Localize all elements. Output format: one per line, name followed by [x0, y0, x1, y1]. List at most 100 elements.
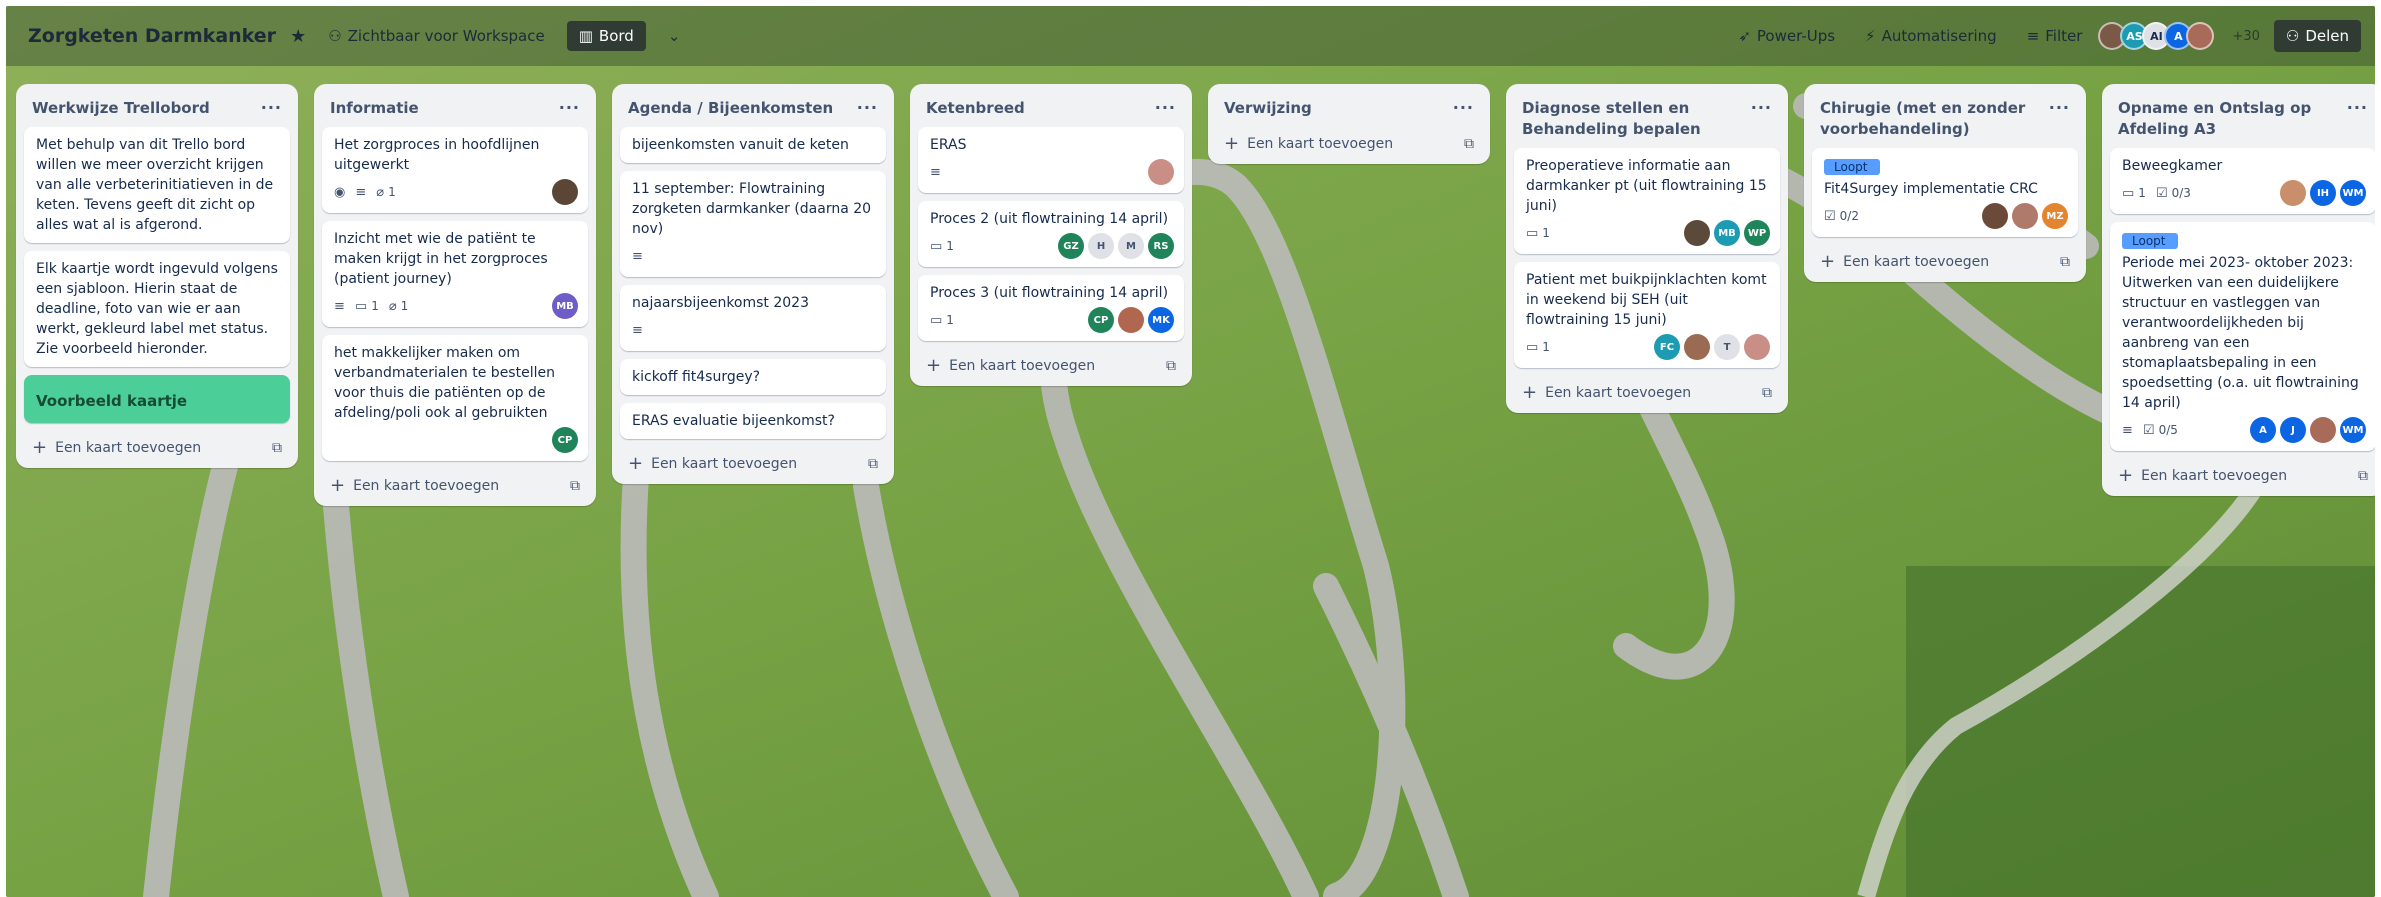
member-avatar[interactable]: RS [1148, 233, 1174, 259]
card-template-icon[interactable]: ⧉ [2358, 468, 2368, 484]
card-template-icon[interactable]: ⧉ [868, 456, 878, 472]
card[interactable]: Met behulp van dit Trello bord willen we… [24, 127, 290, 243]
card[interactable]: Elk kaartje wordt ingevuld volgens een s… [24, 251, 290, 367]
card[interactable]: Inzicht met wie de patiënt te maken krij… [322, 221, 588, 327]
card[interactable]: 11 september: Flowtraining zorgketen dar… [620, 171, 886, 277]
member-avatar[interactable] [2310, 417, 2336, 443]
list-title[interactable]: Chirugie (met en zonder voorbehandeling) [1820, 98, 2030, 140]
card[interactable]: Preoperatieve informatie aan darmkanker … [1514, 148, 1780, 254]
card-template-icon[interactable]: ⧉ [1464, 136, 1474, 152]
card[interactable]: het makkelijker maken om verbandmaterial… [322, 335, 588, 461]
list-title[interactable]: Verwijzing [1224, 98, 1312, 119]
more-members-count[interactable]: +30 [2232, 29, 2259, 44]
more-icon[interactable]: ··· [1155, 98, 1176, 117]
add-card-button[interactable]: + Een kaart toevoegen ⧉ [1216, 127, 1482, 158]
more-icon[interactable]: ··· [2049, 98, 2070, 117]
add-card-button[interactable]: + Een kaart toevoegen ⧉ [1514, 376, 1780, 407]
more-icon[interactable]: ··· [559, 98, 580, 117]
list-title[interactable]: Opname en Ontslag op Afdeling A3 [2118, 98, 2328, 140]
member-avatar[interactable]: MZ [2042, 203, 2068, 229]
member-avatar[interactable] [2186, 22, 2215, 50]
star-icon[interactable]: ★ [290, 26, 306, 47]
member-avatar[interactable] [1684, 220, 1710, 246]
filter-button[interactable]: ≡ Filter [2019, 23, 2091, 49]
member-avatar[interactable] [552, 179, 578, 205]
list-title[interactable]: Diagnose stellen en Behandeling bepalen [1522, 98, 1732, 140]
member-avatar[interactable]: WM [2340, 180, 2366, 206]
add-card-button[interactable]: + Een kaart toevoegen ⧉ [918, 349, 1184, 380]
card[interactable]: ERAS evaluatie bijeenkomst? [620, 403, 886, 439]
list-header: Informatie ··· [322, 92, 588, 127]
card-template-icon[interactable]: ⧉ [1166, 358, 1176, 374]
add-card-button[interactable]: + Een kaart toevoegen ⧉ [1812, 245, 2078, 276]
card-template-icon[interactable]: ⧉ [570, 478, 580, 494]
card[interactable]: Proces 2 (uit flowtraining 14 april) ▭ 1 GZ… [918, 201, 1184, 267]
card-template-icon[interactable]: ⧉ [2060, 254, 2070, 270]
member-avatar[interactable]: FC [1654, 334, 1680, 360]
description-icon: ≡ [632, 248, 643, 264]
member-avatar[interactable] [1118, 307, 1144, 333]
card[interactable]: Proces 3 (uit flowtraining 14 april) ▭ 1 CP… [918, 275, 1184, 341]
card[interactable]: Beweegkamer ▭ 1 ☑ 0/3 IH WM [2110, 148, 2375, 214]
member-avatar[interactable] [1684, 334, 1710, 360]
member-avatar[interactable]: H [1088, 233, 1114, 259]
member-avatar[interactable]: MB [552, 293, 578, 319]
board-view-button[interactable]: ▥ Bord [566, 21, 646, 51]
list-title[interactable]: Werkwijze Trellobord [32, 98, 210, 119]
card[interactable]: Loopt Periode mei 2023- oktober 2023: Uit… [2110, 222, 2375, 451]
member-avatar[interactable]: WM [2340, 417, 2366, 443]
automation-button[interactable]: ⚡ Automatisering [1857, 23, 2005, 49]
board-title[interactable]: Zorgketen Darmkanker [28, 25, 276, 47]
more-icon[interactable]: ··· [1453, 98, 1474, 117]
card[interactable]: Het zorgproces in hoofdlijnen uitgewerkt… [322, 127, 588, 213]
card[interactable]: Patient met buikpijnklachten komt in wee… [1514, 262, 1780, 368]
list-title[interactable]: Ketenbreed [926, 98, 1025, 119]
member-avatar[interactable]: J [2280, 417, 2306, 443]
powerups-button[interactable]: ➶ Power-Ups [1730, 23, 1843, 49]
add-card-label: Een kaart toevoegen [353, 477, 500, 494]
member-avatar[interactable]: CP [1088, 307, 1114, 333]
member-avatar[interactable] [1982, 203, 2008, 229]
comment-badge: ▭ 1 [930, 313, 954, 328]
add-card-button[interactable]: + Een kaart toevoegen ⧉ [620, 447, 886, 478]
comment-badge: ▭ 1 [1526, 226, 1550, 241]
member-avatar[interactable]: WP [1744, 220, 1770, 246]
card[interactable]: kickoff fit4surgey? [620, 359, 886, 395]
share-button[interactable]: ⚇ Delen [2273, 20, 2361, 52]
list-title[interactable]: Informatie [330, 98, 419, 119]
card[interactable]: bijeenkomsten vanuit de keten [620, 127, 886, 163]
more-icon[interactable]: ··· [261, 98, 282, 117]
attachment-badge: ⌀ 1 [376, 185, 395, 200]
add-card-label: Een kaart toevoegen [2141, 467, 2288, 484]
member-avatar[interactable]: GZ [1058, 233, 1084, 259]
card-template-icon[interactable]: ⧉ [272, 440, 282, 456]
list-title[interactable]: Agenda / Bijeenkomsten [628, 98, 833, 119]
card[interactable]: Loopt Fit4Surgey implementatie CRC ☑ 0/2 MZ [1812, 148, 2078, 237]
member-avatar[interactable]: M [1118, 233, 1144, 259]
member-avatar[interactable]: IH [2310, 180, 2336, 206]
member-avatar[interactable] [1744, 334, 1770, 360]
card-template-icon[interactable]: ⧉ [1762, 385, 1772, 401]
more-icon[interactable]: ··· [1751, 98, 1772, 117]
add-card-button[interactable]: + Een kaart toevoegen ⧉ [2110, 459, 2375, 490]
board-members[interactable]: AS AI A [2098, 22, 2215, 50]
badge-row: ≡ ☑ 0/5 [2122, 423, 2178, 438]
card[interactable]: Voorbeeld kaartje [24, 375, 290, 423]
plus-icon: + [926, 355, 942, 376]
member-avatar[interactable] [2280, 180, 2306, 206]
card[interactable]: najaarsbijeenkomst 2023 ≡ [620, 285, 886, 351]
more-icon[interactable]: ··· [857, 98, 878, 117]
member-avatar[interactable]: A [2250, 417, 2276, 443]
member-avatar[interactable]: MK [1148, 307, 1174, 333]
member-avatar[interactable]: MB [1714, 220, 1740, 246]
add-card-button[interactable]: + Een kaart toevoegen ⧉ [24, 431, 290, 462]
more-icon[interactable]: ··· [2347, 98, 2368, 117]
add-card-button[interactable]: + Een kaart toevoegen ⧉ [322, 469, 588, 500]
member-avatar[interactable] [2012, 203, 2038, 229]
visibility-button[interactable]: ⚇ Zichtbaar voor Workspace [320, 23, 553, 49]
views-chevron-down-icon[interactable]: ⌄ [660, 23, 689, 49]
card[interactable]: ERAS ≡ [918, 127, 1184, 193]
member-avatar[interactable]: T [1714, 334, 1740, 360]
member-avatar[interactable] [1148, 159, 1174, 185]
member-avatar[interactable]: CP [552, 427, 578, 453]
